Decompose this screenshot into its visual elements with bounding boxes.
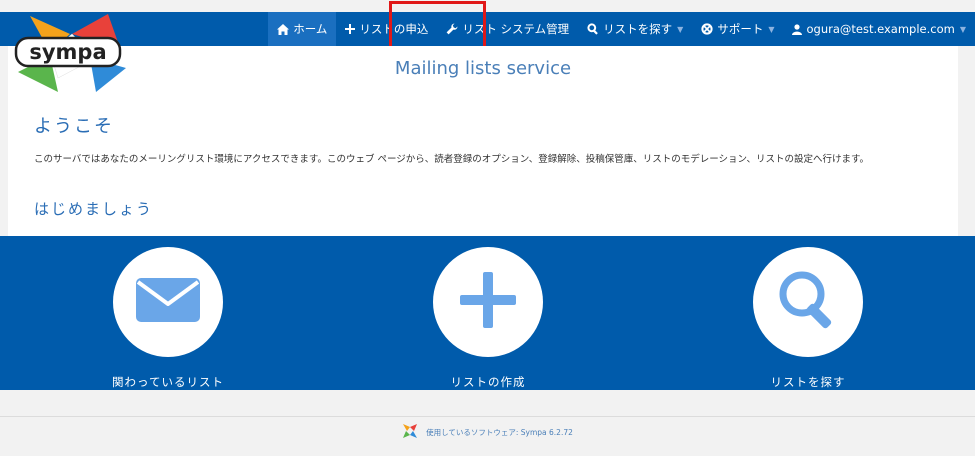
create-list-button[interactable]: リストの作成 bbox=[378, 236, 598, 390]
lifebuoy-icon bbox=[701, 23, 713, 35]
plus-icon bbox=[345, 24, 356, 34]
welcome-heading: ようこそ bbox=[34, 116, 114, 137]
page-title: Mailing lists service bbox=[394, 58, 572, 79]
create-list-label: リストの作成 bbox=[450, 375, 526, 389]
nav-search-lists[interactable]: リストを探す ▼ bbox=[578, 12, 692, 46]
sympa-logo[interactable]: sympa bbox=[10, 12, 130, 94]
search-lists-button[interactable]: リストを探す bbox=[698, 236, 918, 390]
footer: 使用しているソフトウェア: Sympa 6.2.72 bbox=[0, 423, 975, 441]
chevron-down-icon: ▼ bbox=[959, 24, 966, 34]
plus-icon bbox=[460, 272, 516, 332]
nav-user-menu[interactable]: ogura@test.example.com ▼ bbox=[783, 12, 975, 46]
create-list-circle bbox=[433, 247, 543, 357]
search-lists-label: リストを探す bbox=[770, 375, 846, 389]
nav-support-label: サポート bbox=[717, 22, 764, 36]
search-lists-circle bbox=[753, 247, 863, 357]
top-navbar: ホーム リストの申込 リスト システム管理 リストを探す ▼ サポート ▼ og… bbox=[0, 12, 975, 46]
my-lists-label: 関わっているリスト bbox=[112, 375, 224, 389]
chevron-down-icon: ▼ bbox=[768, 24, 775, 34]
main-nav: ホーム リストの申込 リスト システム管理 リストを探す ▼ サポート ▼ og… bbox=[268, 12, 975, 46]
footer-software-link[interactable]: 使用しているソフトウェア: Sympa 6.2.72 bbox=[426, 427, 573, 438]
nav-home[interactable]: ホーム bbox=[268, 12, 337, 46]
nav-home-label: ホーム bbox=[293, 22, 328, 36]
main-content: Mailing lists service ようこそ このサーバではあなたのメー… bbox=[8, 46, 958, 236]
nav-support[interactable]: サポート ▼ bbox=[692, 12, 783, 46]
sympa-mini-logo-icon bbox=[402, 423, 418, 441]
my-lists-button[interactable]: 関わっているリスト bbox=[58, 236, 278, 390]
search-icon bbox=[776, 268, 840, 336]
nav-user-label: ogura@test.example.com bbox=[806, 22, 955, 36]
chevron-down-icon: ▼ bbox=[677, 24, 684, 34]
start-heading: はじめましょう bbox=[34, 200, 154, 218]
footer-divider bbox=[0, 416, 975, 417]
nav-search-lists-label: リストを探す bbox=[603, 22, 673, 36]
welcome-text: このサーバではあなたのメーリングリスト環境にアクセスできます。このウェブ ページ… bbox=[34, 154, 870, 165]
home-icon bbox=[277, 23, 290, 35]
action-band: 関わっているリスト リストの作成 リストを探す bbox=[0, 236, 975, 390]
envelope-icon bbox=[136, 278, 200, 326]
logo-text: sympa bbox=[29, 40, 106, 64]
my-lists-circle bbox=[113, 247, 223, 357]
search-icon bbox=[587, 23, 599, 35]
user-icon bbox=[792, 23, 803, 35]
